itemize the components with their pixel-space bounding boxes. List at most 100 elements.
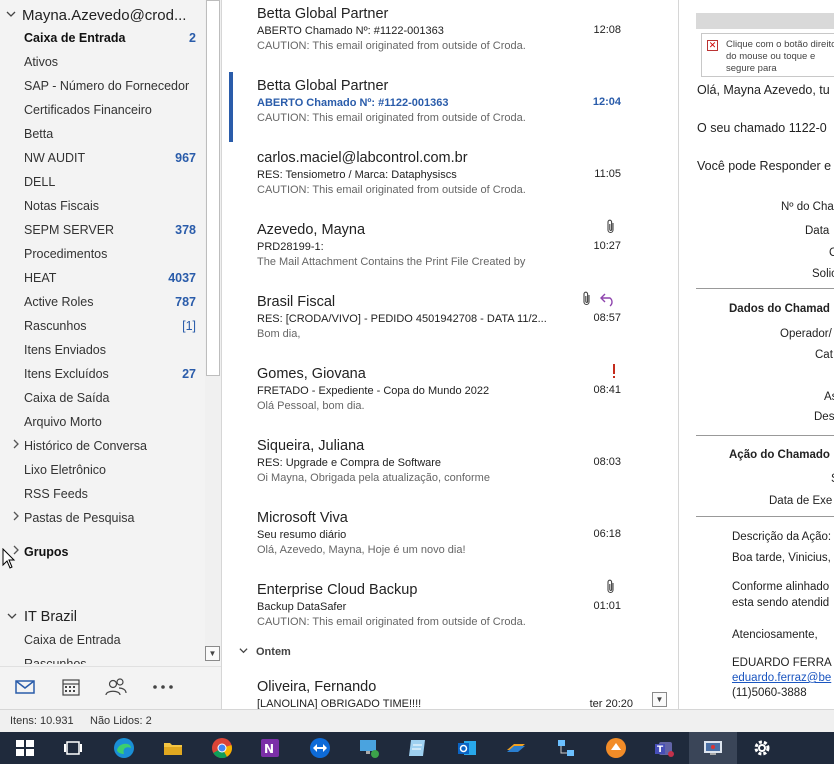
ticket-app-icon[interactable] <box>504 736 528 760</box>
network-icon[interactable] <box>554 736 578 760</box>
message-sender: Gomes, Giovana <box>257 366 366 382</box>
taskbar: N T <box>0 732 834 764</box>
account-header[interactable]: Mayna.Azevedo@crod... <box>0 4 186 26</box>
settings-gear-icon[interactable] <box>750 736 774 760</box>
file-explorer-icon[interactable] <box>161 736 185 760</box>
folder-label: Caixa de Saída <box>24 391 110 405</box>
folder-item[interactable]: RSS Feeds <box>24 482 196 506</box>
folder-label: Histórico de Conversa <box>24 439 147 453</box>
folder-item[interactable]: Caixa de Entrada <box>24 628 196 652</box>
message-subject: RES: [CRODA/VIVO] - PEDIDO 4501942708 - … <box>257 313 547 325</box>
groups-header[interactable]: Grupos <box>24 540 196 564</box>
teamviewer-icon[interactable] <box>308 736 332 760</box>
message-preview: Bom dia, <box>257 328 301 340</box>
field-label: As <box>824 391 834 403</box>
folder-item[interactable]: Rascunhos <box>24 652 196 664</box>
folder-item[interactable]: Arquivo Morto <box>24 410 196 434</box>
message-icons <box>611 363 617 384</box>
folder-label: Arquivo Morto <box>24 415 102 429</box>
folder-scrollbar-thumb[interactable] <box>206 0 220 376</box>
outlook-icon[interactable] <box>455 736 479 760</box>
section-heading: Dados do Chamad <box>729 303 830 315</box>
body-line: Boa tarde, Vinicius, <box>732 552 831 564</box>
chevron-right-icon[interactable] <box>12 434 24 458</box>
onenote-icon[interactable]: N <box>258 736 282 760</box>
body-line: Conforme alinhado <box>732 581 830 593</box>
folder-item[interactable]: Notas Fiscais <box>24 194 196 218</box>
mouse-cursor-icon <box>2 548 16 569</box>
unread-count-badge: 787 <box>175 295 196 309</box>
message-item[interactable]: Siqueira, Juliana RES: Upgrade e Compra d… <box>223 432 663 504</box>
calendar-icon[interactable] <box>60 677 84 699</box>
message-subject: ABERTO Chamado Nº: #1122-001363 <box>257 97 449 109</box>
chevron-down-icon[interactable] <box>0 609 24 625</box>
folder-item[interactable]: SAP - Número do Fornecedor <box>24 74 196 98</box>
chevron-down-icon[interactable] <box>239 646 248 658</box>
folder-item[interactable]: Active Roles 787 <box>24 290 196 314</box>
more-options-icon[interactable] <box>151 677 175 699</box>
message-item[interactable]: Enterprise Cloud Backup Backup DataSafer C… <box>223 576 663 648</box>
folder-item[interactable]: Caixa de Saída <box>24 386 196 410</box>
folder-item[interactable]: HEAT 4037 <box>24 266 196 290</box>
folder-label: Active Roles <box>24 295 94 309</box>
mail-icon[interactable] <box>14 677 38 699</box>
folder-item[interactable]: Procedimentos <box>24 242 196 266</box>
app-icon-orange[interactable] <box>604 736 628 760</box>
message-item[interactable]: carlos.maciel@labcontrol.com.br RES: Tens… <box>223 144 663 216</box>
message-preview: Oi Mayna, Obrigada pela atualização, con… <box>257 472 490 484</box>
message-preview: CAUTION: This email originated from outs… <box>257 112 526 124</box>
folder-label: Rascunhos <box>24 319 87 333</box>
message-sender: Microsoft Viva <box>257 510 348 526</box>
field-label: C <box>829 247 834 259</box>
folder-item[interactable]: Caixa de Entrada 2 <box>24 26 196 50</box>
edge-browser-icon[interactable] <box>112 736 136 760</box>
teams-icon[interactable]: T <box>652 736 676 760</box>
screen-capture-icon[interactable] <box>701 736 725 760</box>
scroll-down-icon[interactable]: ▼ <box>652 692 667 707</box>
chevron-right-icon[interactable] <box>12 506 24 530</box>
notepad-icon[interactable] <box>406 736 430 760</box>
message-item[interactable]: Azevedo, Mayna PRD28199-1: The Mail Attach… <box>223 216 663 288</box>
importance-icon <box>611 363 617 384</box>
group-header-ontem[interactable]: Ontem <box>239 646 291 658</box>
divider <box>696 435 834 436</box>
folder-item[interactable]: Rascunhos [1] <box>24 314 196 338</box>
remote-desktop-icon[interactable] <box>357 736 381 760</box>
folder-item[interactable]: Pastas de Pesquisa <box>24 506 196 530</box>
task-view-icon[interactable] <box>61 736 85 760</box>
items-count: Itens: 10.931 <box>10 715 74 727</box>
windows-start-icon[interactable] <box>13 736 37 760</box>
chevron-down-icon[interactable] <box>0 9 22 22</box>
message-subject: RES: Upgrade e Compra de Software <box>257 457 442 469</box>
folder-item[interactable]: Betta <box>24 122 196 146</box>
folder-item[interactable]: Certificados Financeiro <box>24 98 196 122</box>
greeting: Olá, Mayna Azevedo, tu <box>697 83 830 97</box>
folder-label: HEAT <box>24 271 57 285</box>
unread-count-badge: [1] <box>182 319 196 333</box>
message-item[interactable]: Betta Global Partner ABERTO Chamado Nº: #… <box>223 0 663 72</box>
blocked-image-placeholder[interactable]: ✕ Clique com o botão direito do mouse ou… <box>701 33 834 77</box>
field-label: Cat <box>815 349 833 361</box>
folder-label: SEPM SERVER <box>24 223 115 237</box>
folder-item[interactable]: Itens Excluídos 27 <box>24 362 196 386</box>
folder-label: Certificados Financeiro <box>24 103 152 117</box>
folder-item[interactable]: SEPM SERVER 378 <box>24 218 196 242</box>
scroll-down-icon[interactable]: ▼ <box>205 646 220 661</box>
folder-item[interactable]: Ativos <box>24 50 196 74</box>
message-item[interactable]: Microsoft Viva Seu resumo diário Olá, Azev… <box>223 504 663 576</box>
unread-count: Não Lidos: 2 <box>90 715 152 727</box>
message-item[interactable]: Oliveira, Fernando [LANOLINA] OBRIGADO T… <box>223 676 663 709</box>
signer-email-link[interactable]: eduardo.ferraz@be <box>732 672 831 684</box>
message-item[interactable]: Brasil Fiscal RES: [CRODA/VIVO] - PEDIDO … <box>223 288 663 360</box>
folder-item[interactable]: Itens Enviados <box>24 338 196 362</box>
folder-item[interactable]: DELL <box>24 170 196 194</box>
people-icon[interactable] <box>104 677 128 699</box>
folder-item[interactable]: Lixo Eletrônico <box>24 458 196 482</box>
message-item[interactable]: Betta Global Partner ABERTO Chamado Nº: #… <box>223 72 663 144</box>
folder-label: Betta <box>24 127 54 141</box>
folder-item[interactable]: NW AUDIT 967 <box>24 146 196 170</box>
message-item[interactable]: Gomes, Giovana FRETADO - Expediente - Cop… <box>223 360 663 432</box>
chrome-icon[interactable] <box>210 736 234 760</box>
folder-item[interactable]: Histórico de Conversa <box>24 434 196 458</box>
second-account-header[interactable]: IT Brazil <box>0 606 77 628</box>
